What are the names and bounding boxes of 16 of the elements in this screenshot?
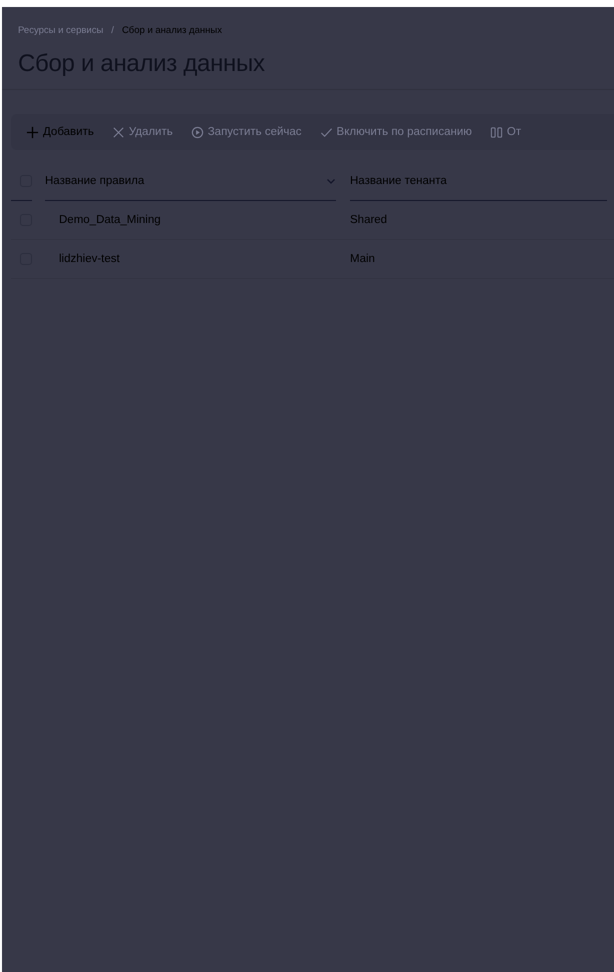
column-header[interactable]: Название тенанта bbox=[350, 162, 607, 200]
plus-icon bbox=[26, 126, 39, 138]
table-cell: Main bbox=[350, 253, 375, 265]
play-icon bbox=[190, 126, 204, 138]
table-cell: Shared bbox=[350, 214, 388, 226]
toolbar-button[interactable]: Добавить bbox=[26, 126, 94, 138]
breadcrumb-link[interactable]: Ресурсы и сервисы bbox=[18, 25, 104, 36]
breadcrumb-link[interactable]: Сбор и анализ данных bbox=[122, 25, 222, 36]
close-icon bbox=[112, 126, 125, 138]
column-header[interactable]: Название правила bbox=[45, 162, 336, 200]
columns-icon bbox=[490, 126, 503, 138]
breadcrumb-separator: / bbox=[111, 25, 114, 36]
table-cell: Demo_Data_Mining bbox=[59, 214, 161, 226]
chevron-down-icon bbox=[326, 176, 336, 186]
check-icon bbox=[320, 126, 333, 138]
table-cell: lidzhiev-test bbox=[59, 253, 120, 265]
